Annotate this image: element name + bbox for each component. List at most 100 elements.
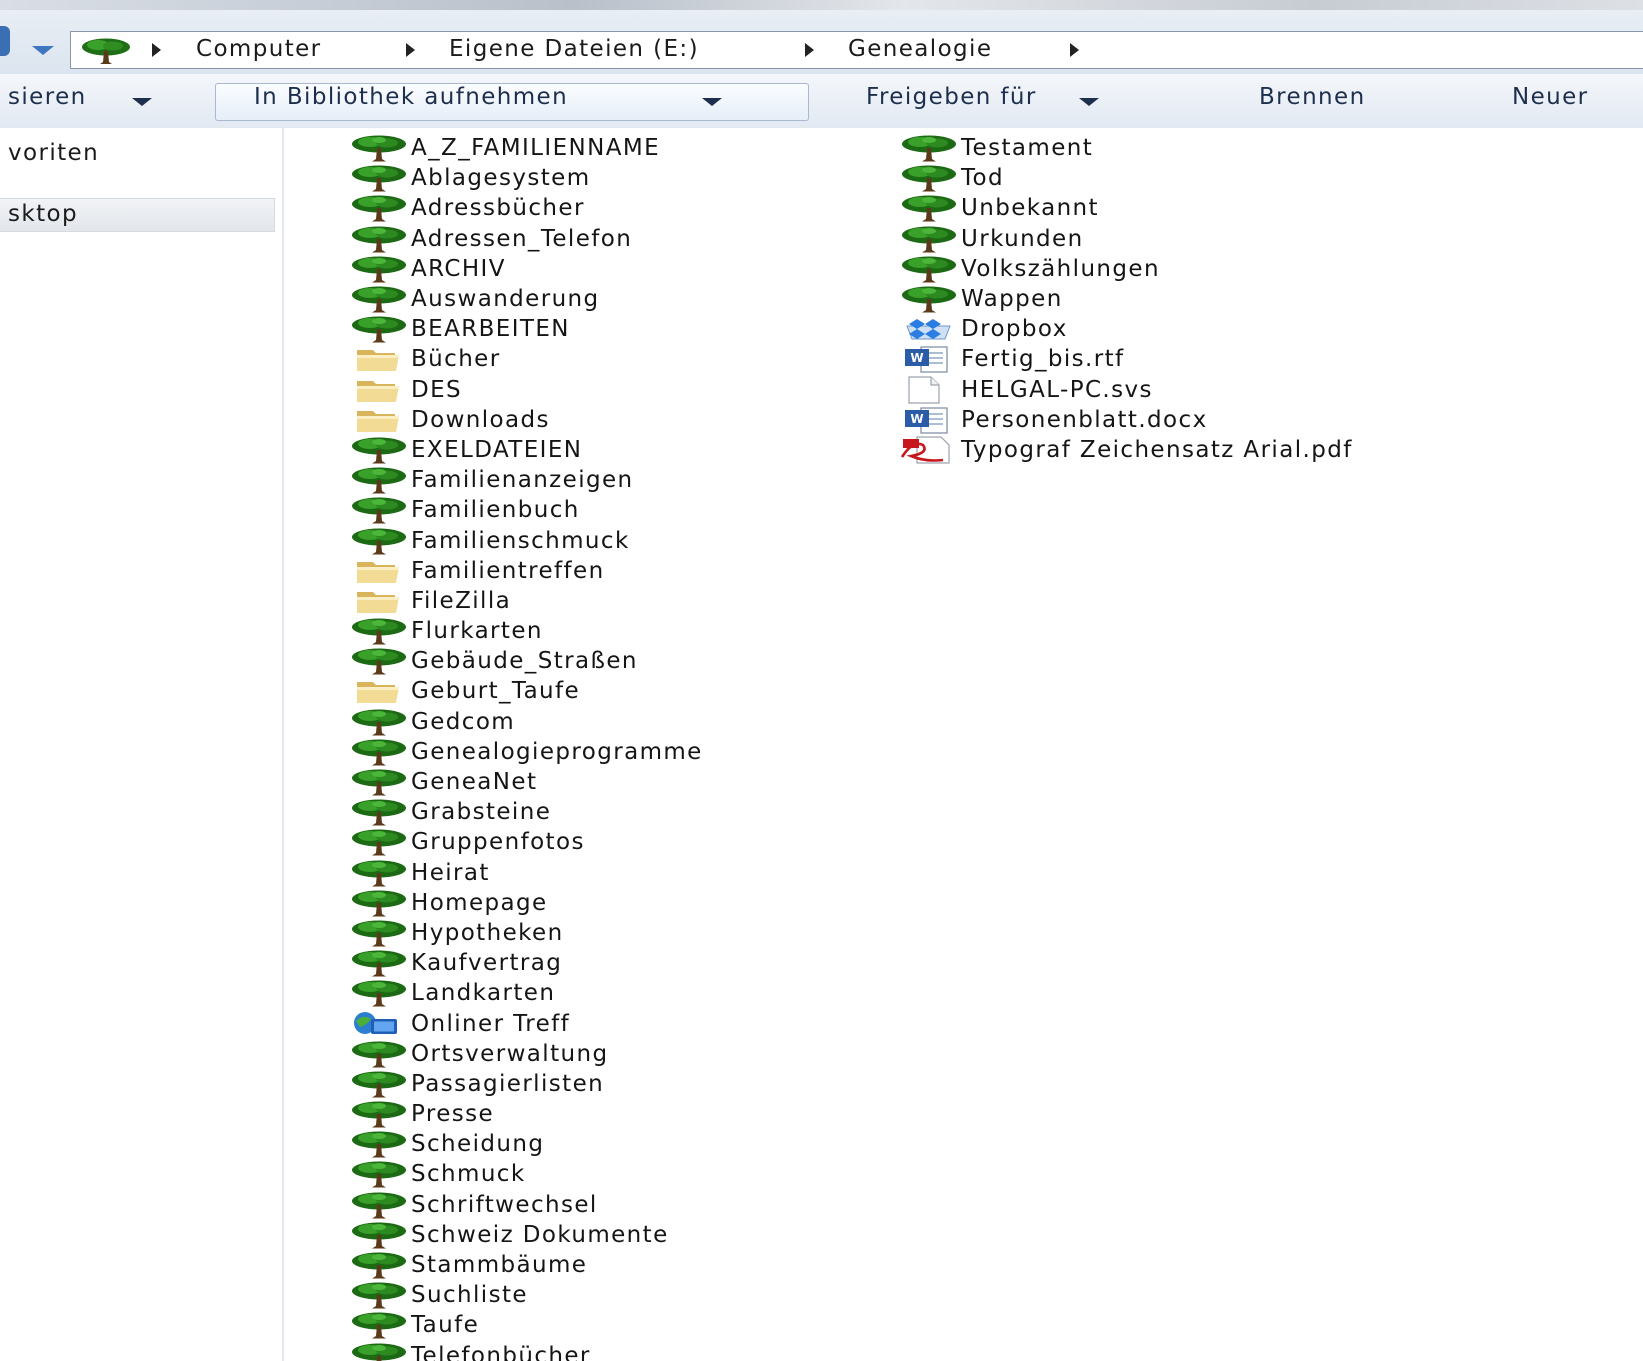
- file-name: Genealogieprogramme: [411, 738, 703, 765]
- file-name: Downloads: [411, 406, 550, 433]
- breadcrumb-separator-icon[interactable]: [805, 43, 814, 57]
- file-item[interactable]: Dropbox: [899, 314, 1353, 344]
- new-folder-button[interactable]: Neuer: [1512, 84, 1589, 110]
- file-item[interactable]: Familientreffen: [349, 556, 703, 586]
- file-item[interactable]: Wappen: [899, 284, 1353, 314]
- file-name: Auswanderung: [411, 286, 600, 313]
- recent-pages-dropdown-icon[interactable]: [32, 46, 54, 55]
- file-item[interactable]: Genealogieprogramme: [349, 737, 703, 767]
- file-item[interactable]: Homepage: [349, 888, 703, 918]
- file-item[interactable]: Heirat: [349, 858, 703, 888]
- chevron-down-icon[interactable]: [702, 98, 722, 106]
- file-item[interactable]: Scheidung: [349, 1129, 703, 1159]
- file-item[interactable]: Gebäude_Straßen: [349, 646, 703, 676]
- breadcrumb-genealogie[interactable]: Genealogie: [848, 36, 992, 62]
- file-item[interactable]: Typograf Zeichensatz Arial.pdf: [899, 435, 1353, 465]
- navigation-pane: [0, 128, 284, 1361]
- file-name: Unbekannt: [961, 195, 1099, 222]
- tree-icon: [349, 768, 409, 796]
- file-item[interactable]: Kaufvertrag: [349, 948, 703, 978]
- file-item[interactable]: Auswanderung: [349, 284, 703, 314]
- file-item[interactable]: Ablagesystem: [349, 163, 703, 193]
- file-item[interactable]: Familienschmuck: [349, 525, 703, 555]
- file-name: Scheidung: [411, 1131, 545, 1158]
- file-item[interactable]: EXELDATEIEN: [349, 435, 703, 465]
- file-item[interactable]: W Personenblatt.docx: [899, 405, 1353, 435]
- tree-icon: [349, 315, 409, 343]
- breadcrumb-computer[interactable]: Computer: [196, 36, 322, 62]
- breadcrumb-drive[interactable]: Eigene Dateien (E:): [449, 36, 699, 62]
- word-doc-icon: W: [899, 345, 959, 374]
- nav-favorites[interactable]: voriten: [8, 140, 99, 166]
- burn-button[interactable]: Brennen: [1259, 84, 1366, 110]
- file-name: GeneaNet: [411, 769, 538, 796]
- tree-icon[interactable]: [78, 37, 134, 65]
- file-name: BEARBEITEN: [411, 316, 570, 343]
- file-item[interactable]: BEARBEITEN: [349, 314, 703, 344]
- file-item[interactable]: A_Z_FAMILIENNAME: [349, 133, 703, 163]
- file-item[interactable]: Bücher: [349, 344, 703, 374]
- file-name: Kaufvertrag: [411, 950, 563, 977]
- breadcrumb-separator-icon[interactable]: [152, 43, 161, 57]
- file-item[interactable]: W Fertig_bis.rtf: [899, 344, 1353, 374]
- tree-icon: [349, 527, 409, 555]
- back-button[interactable]: [0, 26, 10, 56]
- file-item[interactable]: Tod: [899, 163, 1353, 193]
- file-item[interactable]: Downloads: [349, 405, 703, 435]
- breadcrumb-separator-icon[interactable]: [1070, 43, 1079, 57]
- file-name: Familienbuch: [411, 497, 580, 524]
- file-item[interactable]: Suchliste: [349, 1280, 703, 1310]
- file-item[interactable]: Onliner Treff: [349, 1008, 703, 1038]
- file-item[interactable]: HELGAL-PC.svs: [899, 375, 1353, 405]
- file-item[interactable]: Testament: [899, 133, 1353, 163]
- file-name: Dropbox: [961, 316, 1068, 343]
- file-item[interactable]: Adressbücher: [349, 193, 703, 223]
- file-name: Adressbücher: [411, 195, 585, 222]
- file-item[interactable]: Flurkarten: [349, 616, 703, 646]
- file-item[interactable]: Familienanzeigen: [349, 465, 703, 495]
- file-item[interactable]: Schweiz Dokumente: [349, 1220, 703, 1250]
- chevron-down-icon[interactable]: [1079, 98, 1099, 106]
- file-name: Taufe: [411, 1312, 480, 1339]
- file-item[interactable]: Familienbuch: [349, 495, 703, 525]
- nav-desktop[interactable]: sktop: [8, 201, 78, 227]
- organize-button[interactable]: sieren: [8, 84, 87, 110]
- file-item[interactable]: Presse: [349, 1099, 703, 1129]
- file-name: Schweiz Dokumente: [411, 1221, 669, 1248]
- file-name: Presse: [411, 1101, 495, 1128]
- file-name: A_Z_FAMILIENNAME: [411, 135, 661, 162]
- breadcrumb-separator-icon[interactable]: [406, 43, 415, 57]
- file-item[interactable]: DES: [349, 375, 703, 405]
- tree-icon: [349, 1130, 409, 1158]
- include-in-library-button[interactable]: In Bibliothek aufnehmen: [254, 84, 568, 110]
- file-item[interactable]: Geburt_Taufe: [349, 676, 703, 706]
- file-item[interactable]: Gedcom: [349, 707, 703, 737]
- file-item[interactable]: Unbekannt: [899, 193, 1353, 223]
- share-with-button[interactable]: Freigeben für: [866, 84, 1037, 110]
- file-name: Homepage: [411, 889, 548, 916]
- file-item[interactable]: Hypotheken: [349, 918, 703, 948]
- chevron-down-icon[interactable]: [132, 98, 152, 106]
- file-item[interactable]: Gruppenfotos: [349, 827, 703, 857]
- file-item[interactable]: Landkarten: [349, 978, 703, 1008]
- file-name: Schmuck: [411, 1161, 526, 1188]
- file-item[interactable]: Volkszählungen: [899, 254, 1353, 284]
- file-item[interactable]: Urkunden: [899, 224, 1353, 254]
- file-item[interactable]: Grabsteine: [349, 797, 703, 827]
- file-item[interactable]: ARCHIV: [349, 254, 703, 284]
- tree-icon: [899, 194, 959, 222]
- file-item[interactable]: Ortsverwaltung: [349, 1039, 703, 1069]
- file-column-right: Testament Tod Unbekannt Urkunden Volkszählun…: [899, 133, 1353, 465]
- file-item[interactable]: Adressen_Telefon: [349, 224, 703, 254]
- tree-icon: [349, 708, 409, 736]
- file-item[interactable]: Telefonbücher: [349, 1341, 703, 1361]
- file-item[interactable]: FileZilla: [349, 586, 703, 616]
- file-item[interactable]: Schriftwechsel: [349, 1190, 703, 1220]
- file-item[interactable]: Passagierlisten: [349, 1069, 703, 1099]
- file-item[interactable]: GeneaNet: [349, 767, 703, 797]
- file-item[interactable]: Taufe: [349, 1310, 703, 1340]
- file-name: Gruppenfotos: [411, 829, 585, 856]
- file-item[interactable]: Schmuck: [349, 1159, 703, 1189]
- file-item[interactable]: Stammbäume: [349, 1250, 703, 1280]
- tree-icon: [899, 134, 959, 162]
